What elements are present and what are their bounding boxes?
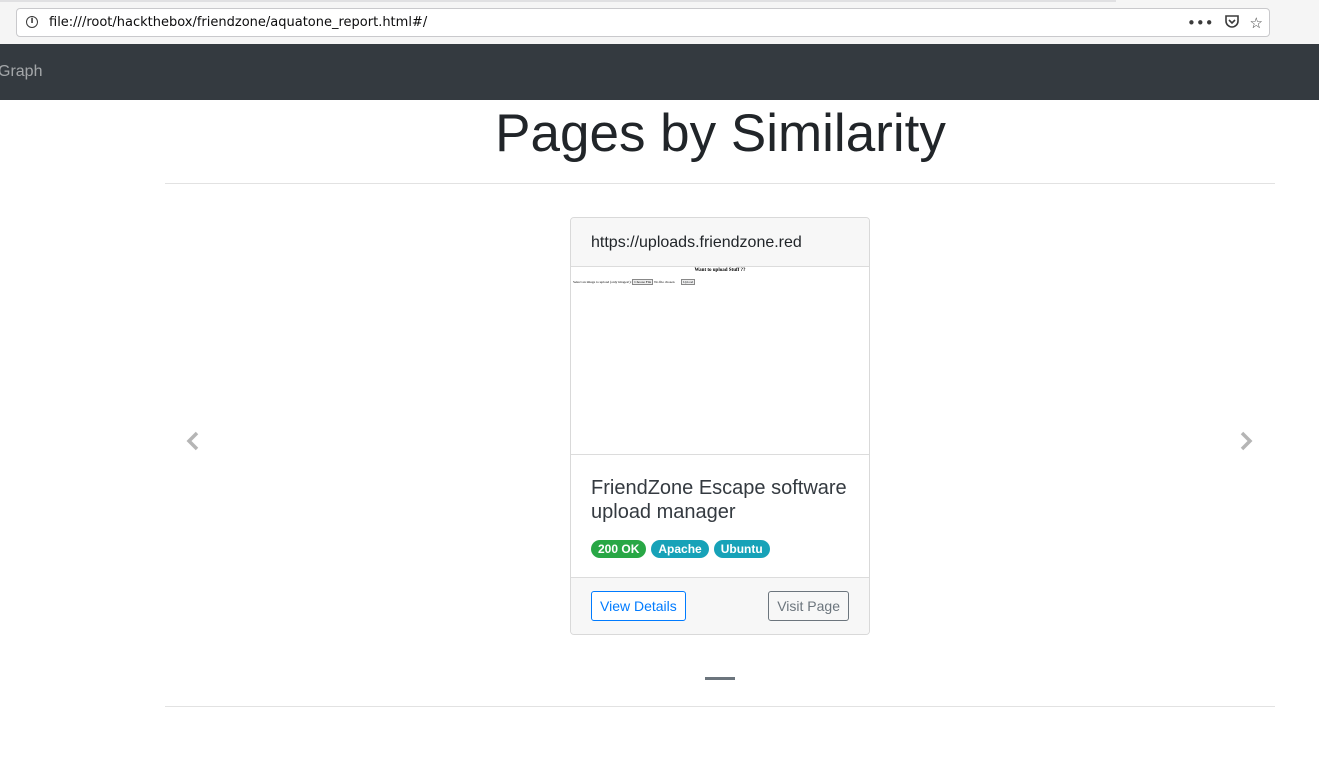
card-header-url: https://uploads.friendzone.red	[571, 218, 869, 267]
card-body: FriendZone Escape software upload manage…	[571, 455, 869, 558]
screenshot-choose-button: Choose File	[632, 279, 654, 285]
carousel-indicator[interactable]	[705, 677, 735, 680]
pocket-icon[interactable]	[1224, 13, 1240, 34]
screenshot-no-file: No file chosen	[654, 280, 675, 284]
screenshot-line: Select an image to upload (only images!)…	[573, 279, 675, 285]
browser-toolbar: i file:///root/hackthebox/friendzone/aqu…	[0, 0, 1319, 45]
card-title: FriendZone Escape software upload manage…	[591, 477, 847, 523]
page-screenshot: Want to upload Stuff ?? Select an image …	[571, 267, 869, 455]
carousel-prev-button[interactable]	[180, 428, 206, 454]
tab-strip-edge	[0, 0, 1116, 2]
url-bar[interactable]: i file:///root/hackthebox/friendzone/aqu…	[16, 8, 1270, 37]
card-footer: View Details Visit Page	[571, 577, 869, 634]
divider-top	[165, 183, 1275, 184]
navbar: Graph	[0, 44, 1319, 100]
page-title: Pages by Similarity	[495, 104, 946, 163]
nav-link-graph[interactable]: Graph	[0, 63, 42, 81]
bookmark-star-icon[interactable]: ☆	[1250, 13, 1263, 33]
os-badge: Ubuntu	[713, 540, 770, 558]
chevron-left-icon	[186, 431, 199, 451]
visit-page-button[interactable]: Visit Page	[768, 591, 849, 621]
url-text[interactable]: file:///root/hackthebox/friendzone/aquat…	[49, 15, 427, 30]
divider-bottom	[165, 706, 1275, 707]
screenshot-title: Want to upload Stuff ??	[694, 268, 746, 273]
more-icon[interactable]: •••	[1187, 13, 1214, 33]
view-details-button[interactable]: View Details	[591, 591, 686, 621]
chevron-right-icon	[1240, 431, 1253, 451]
server-badge: Apache	[651, 540, 709, 558]
info-icon[interactable]: i	[26, 16, 38, 28]
screenshot-line-text: Select an image to upload (only images!)…	[573, 280, 632, 284]
screenshot-upload-button: Upload	[681, 279, 696, 285]
carousel-next-button[interactable]	[1233, 428, 1259, 454]
badge-list: 200 OK Apache Ubuntu	[591, 540, 849, 558]
page-card: https://uploads.friendzone.red Want to u…	[570, 217, 870, 635]
url-actions: ••• ☆	[1187, 13, 1263, 33]
status-badge: 200 OK	[591, 540, 647, 558]
